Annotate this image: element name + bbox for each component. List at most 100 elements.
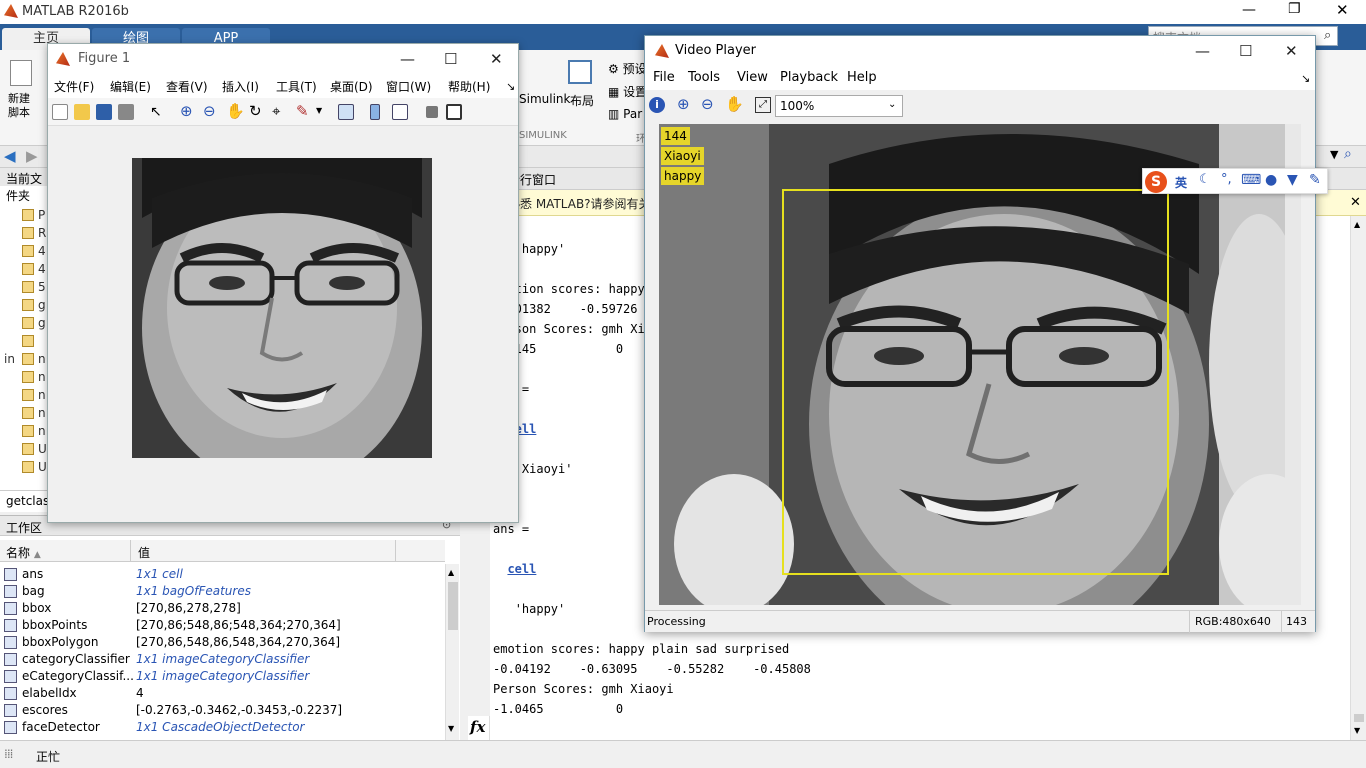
scroll-up-icon[interactable]: ▲ xyxy=(448,568,454,577)
file-item[interactable]: U xyxy=(4,458,48,476)
keyboard-icon[interactable]: ⌨ xyxy=(1241,172,1261,188)
command-scrollbar[interactable]: ▲ ▼ xyxy=(1350,216,1366,740)
file-item[interactable]: 4 xyxy=(4,260,48,278)
workspace-row[interactable]: eCategoryClassif... 1x1 imageCategoryClas… xyxy=(0,668,445,685)
file-item[interactable]: 5 xyxy=(4,278,48,296)
file-item[interactable]: 4 xyxy=(4,242,48,260)
file-item[interactable]: U xyxy=(4,440,48,458)
zoom-out-icon[interactable]: ⊖ xyxy=(203,102,216,120)
chevron-down-icon[interactable]: ▼ xyxy=(316,106,322,115)
print-icon[interactable] xyxy=(118,104,134,120)
minimize-icon[interactable]: — xyxy=(400,50,415,68)
hide-plot-tools-icon[interactable] xyxy=(426,106,438,118)
workspace-row[interactable]: bbox [270,86,278,278] xyxy=(0,600,445,617)
link-plot-icon[interactable] xyxy=(338,104,354,120)
edit-plot-cursor-icon[interactable]: ↖ xyxy=(150,104,162,120)
sogou-logo-icon[interactable]: S xyxy=(1145,171,1167,193)
figure-menu-item[interactable]: 插入(I) xyxy=(222,78,259,95)
minimize-icon[interactable]: — xyxy=(1242,2,1256,18)
wrench-icon[interactable]: ✎ xyxy=(1309,172,1321,188)
new-figure-icon[interactable] xyxy=(52,104,68,120)
menu-overflow-icon[interactable]: ↘ xyxy=(506,80,515,93)
zoom-select[interactable]: 100% ⌄ xyxy=(775,95,903,117)
rotate-3d-icon[interactable]: ↻ xyxy=(249,102,262,120)
figure-menu-item[interactable]: 桌面(D) xyxy=(330,78,373,95)
half-width-moon-icon[interactable]: ☾ xyxy=(1199,172,1211,187)
workspace-row[interactable]: categoryClassifier 1x1 imageCategoryClass… xyxy=(0,651,445,668)
info-icon[interactable]: i xyxy=(649,97,665,113)
colorbar-icon[interactable] xyxy=(370,104,380,120)
brush-icon[interactable]: ✎ xyxy=(296,102,309,120)
pan-hand-icon[interactable]: ✋ xyxy=(226,102,245,120)
forward-arrow-icon[interactable]: ▶ xyxy=(26,147,38,165)
figure-menu-item[interactable]: 文件(F) xyxy=(54,78,94,95)
search-icon[interactable]: ⌕ xyxy=(1324,28,1331,43)
workspace-row[interactable]: bboxPolygon [270,86,548,86,548,364,270,36… xyxy=(0,634,445,651)
console-line[interactable]: cell xyxy=(493,562,536,576)
file-item[interactable]: P xyxy=(4,206,48,224)
video-menu-item[interactable]: Tools xyxy=(688,70,720,85)
file-item[interactable]: n xyxy=(4,350,48,368)
workspace-row[interactable]: ans 1x1 cell xyxy=(0,566,445,583)
scroll-up-icon[interactable]: ▲ xyxy=(1354,220,1360,229)
legend-icon[interactable] xyxy=(392,104,408,120)
file-item[interactable]: n xyxy=(4,404,48,422)
data-cursor-icon[interactable]: ⌖ xyxy=(272,102,280,120)
file-item[interactable]: n xyxy=(4,422,48,440)
figure-menu-item[interactable]: 工具(T) xyxy=(276,78,317,95)
zoom-out-icon[interactable]: ⊖ xyxy=(701,95,714,113)
settings-button[interactable]: ▦ 设置 xyxy=(608,83,647,100)
video-menu-item[interactable]: File xyxy=(653,70,675,85)
figure-menu-item[interactable]: 窗口(W) xyxy=(386,78,431,95)
video-player-title-bar[interactable]: Video Player — ☐ ✕ xyxy=(645,36,1315,66)
figure-menu-item[interactable]: 查看(V) xyxy=(166,78,208,95)
open-file-icon[interactable] xyxy=(74,104,90,120)
scroll-thumb[interactable] xyxy=(1354,714,1364,722)
close-icon[interactable]: ✕ xyxy=(1285,42,1298,60)
preset-button[interactable]: ⚙ 预设 xyxy=(608,60,647,77)
pan-hand-icon[interactable]: ✋ xyxy=(725,95,744,113)
video-menu-item[interactable]: Help xyxy=(847,70,877,85)
zoom-in-icon[interactable]: ⊕ xyxy=(677,95,690,113)
file-item[interactable]: R xyxy=(4,224,48,242)
workspace-row[interactable]: bboxPoints [270,86;548,86;548,364;270,364… xyxy=(0,617,445,634)
scroll-down-icon[interactable]: ▼ xyxy=(448,724,454,733)
col-value[interactable]: 值 xyxy=(138,544,150,561)
fit-to-window-icon[interactable]: ⤢ xyxy=(755,97,771,113)
new-script-button[interactable]: 新建 脚本 xyxy=(8,92,30,120)
save-icon[interactable] xyxy=(96,104,112,120)
simulink-button[interactable]: Simulink xyxy=(519,92,570,106)
function-browser-icon[interactable]: fx xyxy=(468,716,490,740)
file-item[interactable]: g xyxy=(4,296,48,314)
video-menu-item[interactable]: Playback xyxy=(780,70,838,85)
workspace-row[interactable]: faceDetector 1x1 CascadeObjectDetector xyxy=(0,719,445,736)
layout-button[interactable]: 布局 xyxy=(570,92,594,109)
folder-search-icon[interactable]: ⌕ xyxy=(1344,146,1352,162)
figure-title-bar[interactable]: Figure 1 — ☐ ✕ xyxy=(48,44,518,74)
close-icon[interactable]: ✕ xyxy=(490,50,503,68)
file-item[interactable]: n xyxy=(4,386,48,404)
close-notice-icon[interactable]: ✕ xyxy=(1350,195,1361,210)
scroll-down-icon[interactable]: ▼ xyxy=(1354,726,1360,735)
close-icon[interactable]: ✕ xyxy=(1336,1,1349,19)
layout-icon[interactable] xyxy=(568,60,592,84)
video-menu-item[interactable]: View xyxy=(737,70,768,85)
file-item[interactable]: g xyxy=(4,314,48,332)
minimize-icon[interactable]: — xyxy=(1195,42,1210,60)
maximize-icon[interactable]: ☐ xyxy=(444,50,457,68)
workspace-row[interactable]: escores [-0.2763,-0.3462,-0.3453,-0.2237] xyxy=(0,702,445,719)
maximize-icon[interactable]: ☐ xyxy=(1239,42,1252,60)
skin-shirt-icon[interactable]: ▼ xyxy=(1287,172,1298,188)
figure-menu-item[interactable]: 帮助(H) xyxy=(448,78,490,95)
maximize-icon[interactable]: ❐ xyxy=(1288,1,1301,17)
ime-mode-label[interactable]: 英 xyxy=(1175,174,1187,191)
cell-link[interactable]: cell xyxy=(507,562,536,576)
workspace-scrollbar[interactable]: ▲ ▼ xyxy=(445,564,459,741)
scroll-thumb[interactable] xyxy=(448,582,458,630)
show-plot-tools-icon[interactable] xyxy=(446,104,462,120)
menu-overflow-icon[interactable]: ↘ xyxy=(1301,72,1310,85)
new-script-icon[interactable] xyxy=(10,60,32,86)
figure-menu-item[interactable]: 编辑(E) xyxy=(110,78,151,95)
zoom-in-icon[interactable]: ⊕ xyxy=(180,102,193,120)
punctuation-icon[interactable]: °, xyxy=(1221,172,1232,187)
